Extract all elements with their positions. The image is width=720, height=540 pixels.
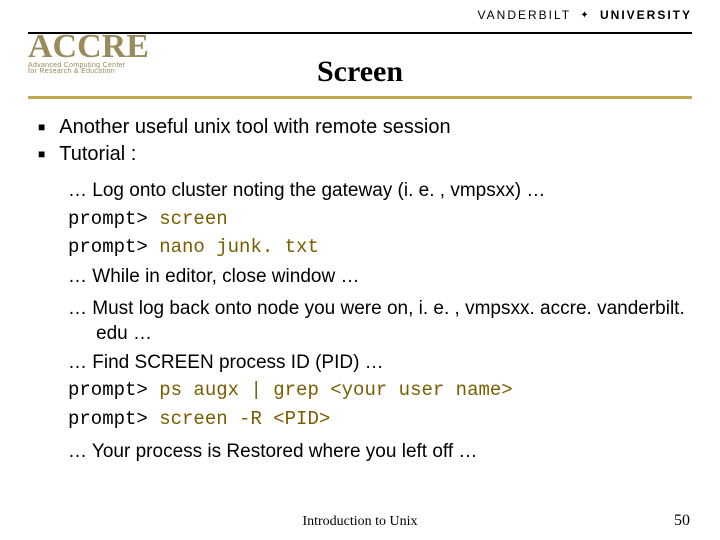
closing-line: … Your process is Restored where you lef…	[68, 439, 690, 465]
university-brand: VANDERBILT ✦ UNIVERSITY	[478, 8, 692, 22]
bullet-item: Tutorial :	[38, 141, 690, 168]
bullet-list: Another useful unix tool with remote ses…	[38, 114, 690, 168]
gold-underline	[28, 96, 692, 99]
instruction-line: … Log onto cluster noting the gateway (i…	[68, 178, 690, 204]
instruction-line: … Find SCREEN process ID (PID) …	[68, 350, 690, 376]
star-icon: ✦	[580, 10, 590, 21]
block-2: … Must log back onto node you were on, i…	[68, 296, 690, 433]
command-line: prompt> nano junk. txt	[68, 235, 690, 261]
slide-title: Screen	[0, 55, 720, 89]
slide-content: Another useful unix tool with remote ses…	[38, 114, 690, 467]
instruction-line: … Must log back onto node you were on, i…	[68, 296, 690, 347]
page-number: 50	[674, 512, 690, 530]
command-line: prompt> ps augx | grep <your user name>	[68, 378, 690, 404]
command-line: prompt> screen -R <PID>	[68, 407, 690, 433]
instruction-line: … While in editor, close window …	[68, 264, 690, 290]
command-line: prompt> screen	[68, 207, 690, 233]
block-1: … Log onto cluster noting the gateway (i…	[68, 178, 690, 290]
footer-title: Introduction to Unix	[0, 514, 720, 530]
brand-part2: UNIVERSITY	[600, 8, 692, 22]
bullet-item: Another useful unix tool with remote ses…	[38, 114, 690, 141]
body-text: … Log onto cluster noting the gateway (i…	[68, 178, 690, 464]
brand-part1: VANDERBILT	[478, 8, 571, 22]
